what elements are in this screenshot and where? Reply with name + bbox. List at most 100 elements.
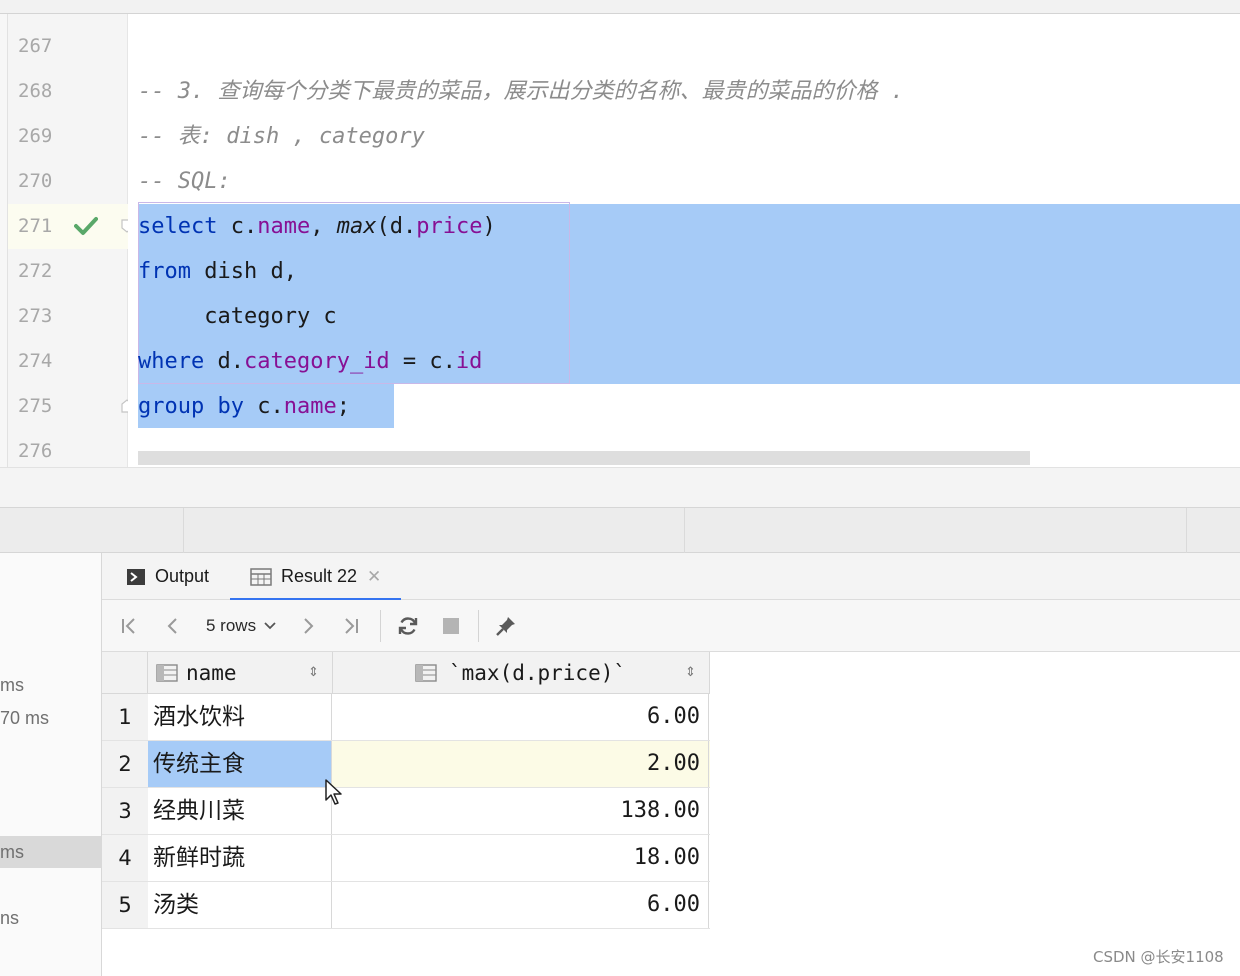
sql-keyword: from [138, 259, 191, 284]
splitter-divider [1186, 508, 1187, 554]
cell-name[interactable]: 汤类 [148, 882, 332, 928]
tab-result[interactable]: Result 22 ✕ [230, 553, 402, 601]
execution-time-label[interactable]: ms [0, 669, 102, 701]
gutter-line: 267 [8, 24, 128, 69]
gutter-line: 269 [8, 114, 128, 159]
line-number: 267 [18, 35, 53, 57]
comment-line: -- 表: dish , category [138, 124, 425, 149]
sql-function: max [336, 214, 377, 239]
sql-from-line: from dish d, [138, 249, 297, 294]
sort-icon[interactable]: ⇕ [308, 664, 319, 680]
cell-price[interactable]: 2.00 [333, 741, 709, 787]
sql-table-line: category c [138, 304, 337, 329]
gutter-line: 273 [8, 294, 128, 339]
table-row[interactable]: 5 汤类 6.00 [102, 882, 710, 929]
sql-field: price [416, 214, 483, 239]
stop-icon[interactable] [438, 600, 464, 652]
table-row[interactable]: 1 酒水饮料 6.00 [102, 694, 710, 741]
toolbar-separator [478, 610, 479, 642]
execution-time-label-selected[interactable]: ms [0, 836, 102, 868]
cell-price[interactable]: 6.00 [333, 694, 709, 740]
close-icon[interactable]: ✕ [367, 567, 381, 587]
column-header-label: name [186, 661, 237, 685]
row-number: 5 [102, 882, 148, 928]
tab-output[interactable]: Output [126, 553, 209, 600]
sort-icon[interactable]: ⇕ [685, 664, 696, 680]
sql-keyword: by [217, 394, 244, 419]
sql-keyword: select [138, 214, 218, 239]
line-number: 275 [18, 395, 53, 417]
gutter-line: 274 [8, 339, 128, 384]
table-row-selected[interactable]: 2 传统主食 2.00 [102, 741, 710, 788]
cell-name[interactable]: 酒水饮料 [148, 694, 332, 740]
sql-punct: ) [482, 214, 496, 239]
line-number: 271 [18, 215, 53, 237]
execution-time-label[interactable]: ns [0, 902, 102, 934]
execution-success-check-icon[interactable] [74, 215, 98, 237]
cell-price[interactable]: 18.00 [333, 835, 709, 881]
row-number: 2 [102, 741, 148, 787]
row-number: 4 [102, 835, 148, 881]
last-page-icon[interactable] [338, 600, 364, 652]
refresh-icon[interactable] [394, 600, 422, 652]
sql-group-line: group by c.name; [138, 384, 350, 429]
gutter-line: 272 [8, 249, 128, 294]
gutter-line: 270 [8, 159, 128, 204]
gutter-line-current: 271 [8, 204, 128, 249]
rows-count-dropdown[interactable]: 5 rows [206, 600, 277, 652]
sql-alias: c. [257, 394, 284, 419]
line-number: 270 [18, 170, 53, 192]
sql-punct: (d. [376, 214, 417, 239]
column-header-name[interactable]: name ⇕ [148, 652, 333, 694]
row-number: 3 [102, 788, 148, 834]
comment-line: -- SQL: [138, 169, 231, 194]
sql-punct: = c. [389, 349, 456, 374]
sql-field: id [455, 349, 483, 374]
result-grid[interactable]: name ⇕ `max(d.price)` ⇕ 1 酒水饮料 6.00 2 传统… [102, 652, 1240, 976]
toolbar-separator [380, 610, 381, 642]
next-page-icon[interactable] [295, 600, 321, 652]
sql-field: name [283, 394, 337, 419]
table-row[interactable]: 4 新鲜时蔬 18.00 [102, 835, 710, 882]
sql-alias: c. [230, 214, 258, 239]
mouse-cursor-icon [325, 779, 342, 805]
gutter-line: 268 [8, 69, 128, 114]
cell-price[interactable]: 138.00 [333, 788, 709, 834]
line-number: 273 [18, 305, 53, 327]
code-editor[interactable]: -- 3. 查询每个分类下最贵的菜品，展示出分类的名称、最贵的菜品的价格 . -… [128, 14, 1240, 467]
chevron-down-icon [264, 622, 276, 630]
row-number-header [102, 652, 148, 694]
panel-splitter[interactable] [0, 507, 1240, 554]
sql-where-line: where d.category_id = c.id [138, 339, 482, 384]
previous-page-icon[interactable] [160, 600, 186, 652]
cell-name-selected[interactable]: 传统主食 [148, 741, 332, 787]
line-number: 269 [18, 125, 53, 147]
cell-name[interactable]: 经典川菜 [148, 788, 332, 834]
execution-time-label[interactable]: 70 ms [0, 702, 102, 734]
gutter-line: 275 [8, 384, 128, 429]
sql-field: name [257, 214, 311, 239]
pin-icon[interactable] [492, 600, 520, 652]
sql-alias: d. [204, 349, 244, 374]
line-number: 272 [18, 260, 53, 282]
results-toolbar: 5 rows [102, 600, 1240, 652]
table-row[interactable]: 3 经典川菜 138.00 [102, 788, 710, 835]
horizontal-scrollbar[interactable] [138, 451, 1030, 465]
cell-name[interactable]: 新鲜时蔬 [148, 835, 332, 881]
splitter-divider [684, 508, 685, 554]
line-number: 268 [18, 80, 53, 102]
watermark: CSDN @长安1108 [1093, 948, 1224, 966]
tab-label: Output [155, 566, 210, 586]
editor-gutter: 267 268 269 270 271 272 273 274 275 276 [8, 14, 133, 467]
tab-label: Result 22 [281, 566, 358, 586]
sql-punct: , [310, 214, 337, 239]
comment-line: -- 3. 查询每个分类下最贵的菜品，展示出分类的名称、最贵的菜品的价格 . [138, 79, 904, 104]
sql-field: category_id [243, 349, 390, 374]
first-page-icon[interactable] [116, 600, 142, 652]
column-header-max-price[interactable]: `max(d.price)` ⇕ [333, 652, 710, 694]
line-number: 274 [18, 350, 53, 372]
column-icon [415, 664, 437, 682]
sql-punct: ; [336, 394, 350, 419]
cell-price[interactable]: 6.00 [333, 882, 709, 928]
services-tree-panel: ms 70 ms ms ns [0, 553, 102, 976]
